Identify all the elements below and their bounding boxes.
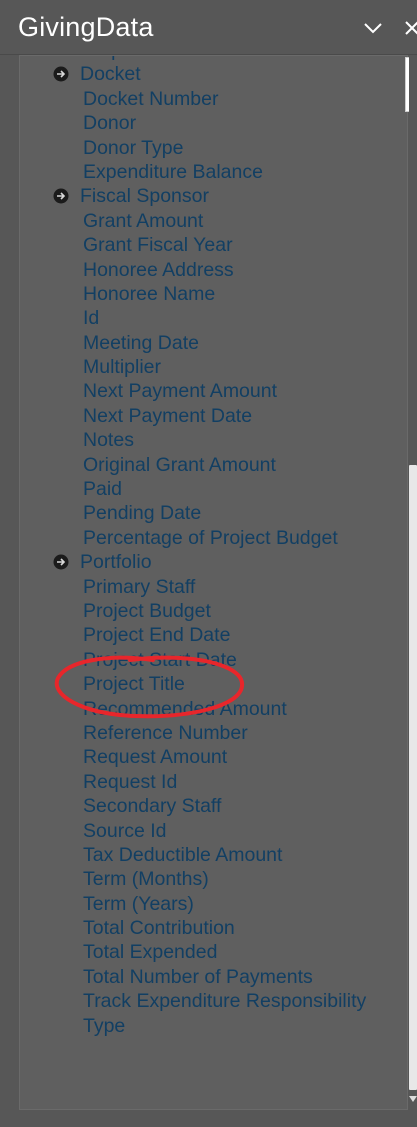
field-item[interactable]: Request Id: [20, 770, 400, 794]
field-label: Original Grant Amount: [83, 453, 276, 476]
field-label: Tax Deductible Amount: [83, 843, 283, 866]
field-label: Honoree Address: [83, 258, 234, 281]
field-label: Reference Number: [83, 721, 248, 744]
field-label: Pending Date: [83, 502, 202, 525]
field-label: Next Payment Amount: [83, 380, 278, 403]
field-label: Project Start Date: [83, 648, 237, 671]
field-item[interactable]: Honoree Name: [20, 282, 400, 306]
field-label: Next Payment Date: [83, 404, 253, 427]
field-item[interactable]: Term (Years): [20, 892, 400, 916]
field-item[interactable]: Pending Date: [20, 501, 400, 525]
scrollbar-thumb[interactable]: [409, 465, 417, 1090]
field-item[interactable]: Request Amount: [20, 745, 400, 769]
field-item[interactable]: Meeting Date: [20, 331, 400, 355]
field-item[interactable]: Project Title: [20, 672, 400, 696]
field-label: Secondary Staff: [83, 795, 222, 818]
expand-arrow-icon[interactable]: [53, 554, 69, 570]
field-item[interactable]: Total Contribution: [20, 916, 400, 940]
field-label: Grant Amount: [83, 209, 204, 232]
field-label: Disposition Date: [83, 56, 225, 61]
field-label: Id: [83, 307, 100, 330]
field-label: Donor: [83, 112, 137, 135]
field-label: Meeting Date: [83, 331, 199, 354]
field-label: Request Id: [83, 770, 178, 793]
field-item[interactable]: Source Id: [20, 819, 400, 843]
field-item[interactable]: Paid: [20, 477, 400, 501]
field-item[interactable]: Donor Type: [20, 136, 400, 160]
field-label: Donor Type: [83, 136, 184, 159]
field-item[interactable]: Track Expenditure Responsibility: [20, 989, 400, 1013]
field-label: Percentage of Project Budget: [83, 526, 338, 549]
field-item[interactable]: Honoree Address: [20, 258, 400, 282]
field-label: Portfolio: [80, 551, 152, 574]
field-label: Track Expenditure Responsibility: [83, 990, 367, 1013]
field-item[interactable]: Recommended Amount: [20, 697, 400, 721]
field-group-item[interactable]: Portfolio: [20, 550, 400, 574]
field-label: Docket Number: [83, 87, 219, 110]
field-item[interactable]: Term (Months): [20, 867, 400, 891]
field-label: Term (Months): [83, 868, 209, 891]
field-item[interactable]: Tax Deductible Amount: [20, 843, 400, 867]
field-label: Term (Years): [83, 892, 194, 915]
field-label: Notes: [83, 429, 134, 452]
field-item[interactable]: Project End Date: [20, 623, 400, 647]
field-item[interactable]: Grant Fiscal Year: [20, 233, 400, 257]
field-label: Multiplier: [83, 356, 162, 379]
field-item[interactable]: Id: [20, 306, 400, 330]
close-icon[interactable]: [402, 17, 417, 39]
field-item[interactable]: Percentage of Project Budget: [20, 526, 400, 550]
field-list-panel: Disposition DateDocketDocket NumberDonor…: [19, 55, 408, 1110]
field-item[interactable]: Notes: [20, 428, 400, 452]
field-label: Grant Fiscal Year: [83, 234, 233, 257]
chevron-down-icon[interactable]: [360, 17, 386, 39]
field-item[interactable]: Donor: [20, 111, 400, 135]
field-item[interactable]: Type: [20, 1014, 400, 1038]
field-label: Recommended Amount: [83, 697, 287, 720]
field-item[interactable]: Project Start Date: [20, 648, 400, 672]
field-item[interactable]: Expenditure Balance: [20, 160, 400, 184]
field-item[interactable]: Total Number of Payments: [20, 965, 400, 989]
field-item[interactable]: Primary Staff: [20, 575, 400, 599]
field-group-item[interactable]: Docket: [20, 62, 400, 86]
field-item[interactable]: Docket Number: [20, 87, 400, 111]
scroll-down-arrow-icon[interactable]: [409, 1093, 417, 1107]
expand-arrow-icon[interactable]: [53, 66, 69, 82]
field-list: Disposition DateDocketDocket NumberDonor…: [20, 56, 400, 1038]
field-item[interactable]: Total Expended: [20, 940, 400, 964]
pane-header: GivingData: [0, 0, 417, 55]
field-item[interactable]: Project Budget: [20, 599, 400, 623]
field-item[interactable]: Secondary Staff: [20, 794, 400, 818]
expand-arrow-icon[interactable]: [53, 188, 69, 204]
field-label: Source Id: [83, 819, 167, 842]
field-label: Total Number of Payments: [83, 965, 313, 988]
field-label: Expenditure Balance: [83, 160, 263, 183]
field-label: Paid: [83, 478, 123, 501]
field-item[interactable]: Original Grant Amount: [20, 453, 400, 477]
field-label: Project Budget: [83, 599, 211, 622]
field-label: Total Contribution: [83, 917, 235, 940]
field-item[interactable]: Grant Amount: [20, 209, 400, 233]
field-item[interactable]: Next Payment Date: [20, 404, 400, 428]
field-group-item[interactable]: Fiscal Sponsor: [20, 184, 400, 208]
field-item[interactable]: Disposition Date: [20, 56, 400, 62]
field-label: Honoree Name: [83, 282, 216, 305]
field-label: Request Amount: [83, 746, 228, 769]
field-label: Docket: [80, 63, 141, 86]
field-item[interactable]: Reference Number: [20, 721, 400, 745]
field-label: Project End Date: [83, 624, 231, 647]
field-item[interactable]: Next Payment Amount: [20, 379, 400, 403]
field-label: Total Expended: [83, 941, 218, 964]
field-label: Type: [83, 1014, 126, 1037]
field-label: Primary Staff: [83, 575, 196, 598]
field-label: Fiscal Sponsor: [80, 185, 209, 208]
field-item[interactable]: Multiplier: [20, 355, 400, 379]
field-label: Project Title: [83, 673, 185, 696]
pane-title: GivingData: [18, 12, 154, 42]
